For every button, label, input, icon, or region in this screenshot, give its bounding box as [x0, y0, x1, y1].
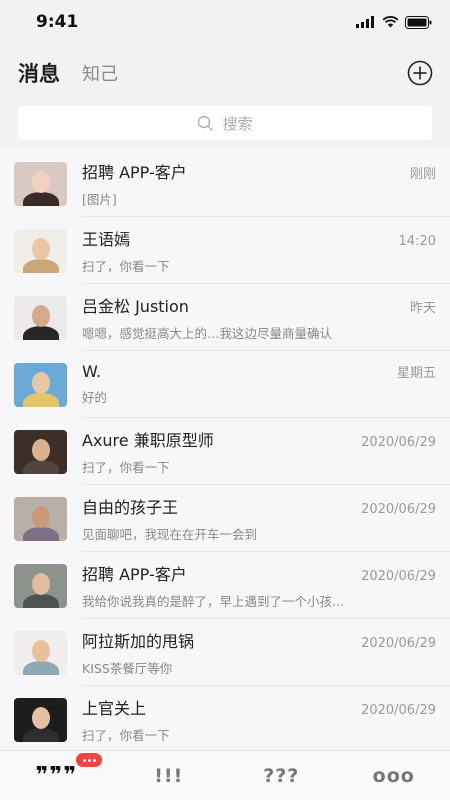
conversation-content: 招聘 APP-客户 刚刚 [图片]	[82, 150, 450, 217]
conversation-content: 吕金松 Justion 昨天嗯嗯，感觉挺高大上的…我这边尽量商量确认	[82, 284, 450, 351]
avatar	[14, 697, 67, 742]
message-time: 刚刚	[409, 166, 436, 182]
conversation-content: 上官关上 2020/06/29 扫了，你看一下	[82, 686, 450, 753]
header: 消息 知己	[0, 44, 450, 102]
avatar	[14, 161, 67, 206]
search-input[interactable]: 搜索	[18, 106, 432, 140]
avatar	[14, 362, 67, 407]
message-time: 2020/06/29	[361, 703, 436, 718]
tab-bar-alerts[interactable]: !!!	[113, 765, 226, 787]
message-preview: 扫了，你看一下	[82, 459, 170, 475]
message-time: 星期五	[396, 366, 436, 381]
avatar	[14, 429, 67, 474]
search-placeholder: 搜索	[222, 114, 253, 133]
message-time: 2020/06/29	[361, 434, 436, 450]
avatar	[14, 228, 67, 273]
message-time: 2020/06/29	[361, 635, 436, 651]
contact-name: 招聘 APP-客户	[82, 564, 187, 584]
contact-name: 自由的孩子王	[82, 497, 179, 517]
battery-icon	[405, 15, 432, 29]
conversation-row[interactable]: 自由的孩子王 2020/06/29 见面聊吧，我现在在开车一会到	[0, 485, 450, 552]
message-time: 昨天	[409, 300, 436, 316]
plus-circle-icon	[407, 60, 433, 86]
contact-name: 招聘 APP-客户	[82, 162, 187, 182]
search-icon	[198, 115, 214, 131]
conversation-row[interactable]: Axure 兼职原型师 2020/06/29 扫了，你看一下	[0, 418, 450, 485]
contact-name: 吕金松 Justion	[82, 296, 189, 316]
contact-name: 上官关上	[82, 699, 147, 718]
avatar	[14, 295, 67, 340]
wifi-icon	[382, 16, 399, 28]
tab-bar-questions[interactable]: ???	[225, 765, 338, 787]
avatar	[14, 496, 67, 541]
tab-bar-label: ooo	[372, 764, 415, 787]
message-preview: 见面聊吧，我现在在开车一会到	[82, 526, 258, 542]
contact-name: 王语嫣	[82, 229, 131, 249]
status-bar: 9:41	[0, 0, 450, 44]
avatar	[14, 563, 67, 608]
tab-confidants[interactable]: 知己	[82, 60, 118, 86]
search-bar: 搜索	[0, 102, 450, 150]
conversation-row[interactable]: 招聘 APP-客户 2020/06/29 我给你说我真的是醉了，早上遇到了一个小孩…	[0, 552, 450, 619]
status-icons	[356, 15, 432, 29]
conversation-content: W. 星期五好的	[82, 351, 450, 418]
conversation-row[interactable]: W. 星期五好的	[0, 351, 450, 418]
conversation-row[interactable]: 王语嫣 14:20 扫了，你看一下	[0, 217, 450, 284]
unread-badge	[76, 753, 102, 767]
message-preview: 我给你说我真的是醉了，早上遇到了一个小孩…	[82, 593, 345, 609]
message-time: 14:20	[398, 233, 436, 249]
tab-bar-messages[interactable]: ❞❞❞	[0, 753, 113, 788]
contact-name: W.	[82, 362, 102, 381]
message-preview: [图片]	[82, 191, 117, 207]
tab-bar-label: ???	[263, 764, 300, 787]
conversation-content: 阿拉斯加的甩锅 2020/06/29 KISS茶餐厅等你	[82, 619, 450, 686]
message-preview: KISS茶餐厅等你	[82, 660, 173, 676]
conversation-list: 招聘 APP-客户 刚刚 [图片] 王语嫣 14:20 扫了，你看一下 吕金松 Justio…	[0, 150, 450, 753]
tab-bar-label: ❞❞❞	[35, 763, 78, 788]
bottom-tab-bar: ❞❞❞!!!??? ooo	[0, 750, 450, 800]
message-preview: 好的	[82, 390, 108, 405]
conversation-row[interactable]: 招聘 APP-客户 刚刚 [图片]	[0, 150, 450, 217]
message-preview: 扫了，你看一下	[82, 258, 170, 274]
tab-messages[interactable]: 消息	[18, 58, 60, 88]
conversation-content: Axure 兼职原型师 2020/06/29 扫了，你看一下	[82, 418, 450, 485]
conversation-row[interactable]: 阿拉斯加的甩锅 2020/06/29 KISS茶餐厅等你	[0, 619, 450, 686]
signal-icon	[356, 16, 374, 28]
contact-name: 阿拉斯加的甩锅	[82, 631, 195, 651]
contact-name: Axure 兼职原型师	[82, 430, 214, 450]
conversation-content: 自由的孩子王 2020/06/29 见面聊吧，我现在在开车一会到	[82, 485, 450, 552]
tab-bar-label: !!!	[154, 764, 184, 787]
avatar	[14, 630, 67, 675]
message-time: 2020/06/29	[361, 501, 436, 517]
add-button[interactable]	[406, 59, 434, 87]
tab-bar-more[interactable]: ooo	[338, 765, 450, 787]
conversation-content: 王语嫣 14:20 扫了，你看一下	[82, 217, 450, 284]
conversation-row[interactable]: 上官关上 2020/06/29 扫了，你看一下	[0, 686, 450, 753]
message-time: 2020/06/29	[361, 568, 436, 584]
message-preview: 扫了，你看一下	[82, 728, 170, 743]
conversation-content: 招聘 APP-客户 2020/06/29 我给你说我真的是醉了，早上遇到了一个小孩…	[82, 552, 450, 619]
conversation-row[interactable]: 吕金松 Justion 昨天嗯嗯，感觉挺高大上的…我这边尽量商量确认	[0, 284, 450, 351]
message-preview: 嗯嗯，感觉挺高大上的…我这边尽量商量确认	[82, 325, 333, 341]
status-time: 9:41	[36, 12, 79, 32]
